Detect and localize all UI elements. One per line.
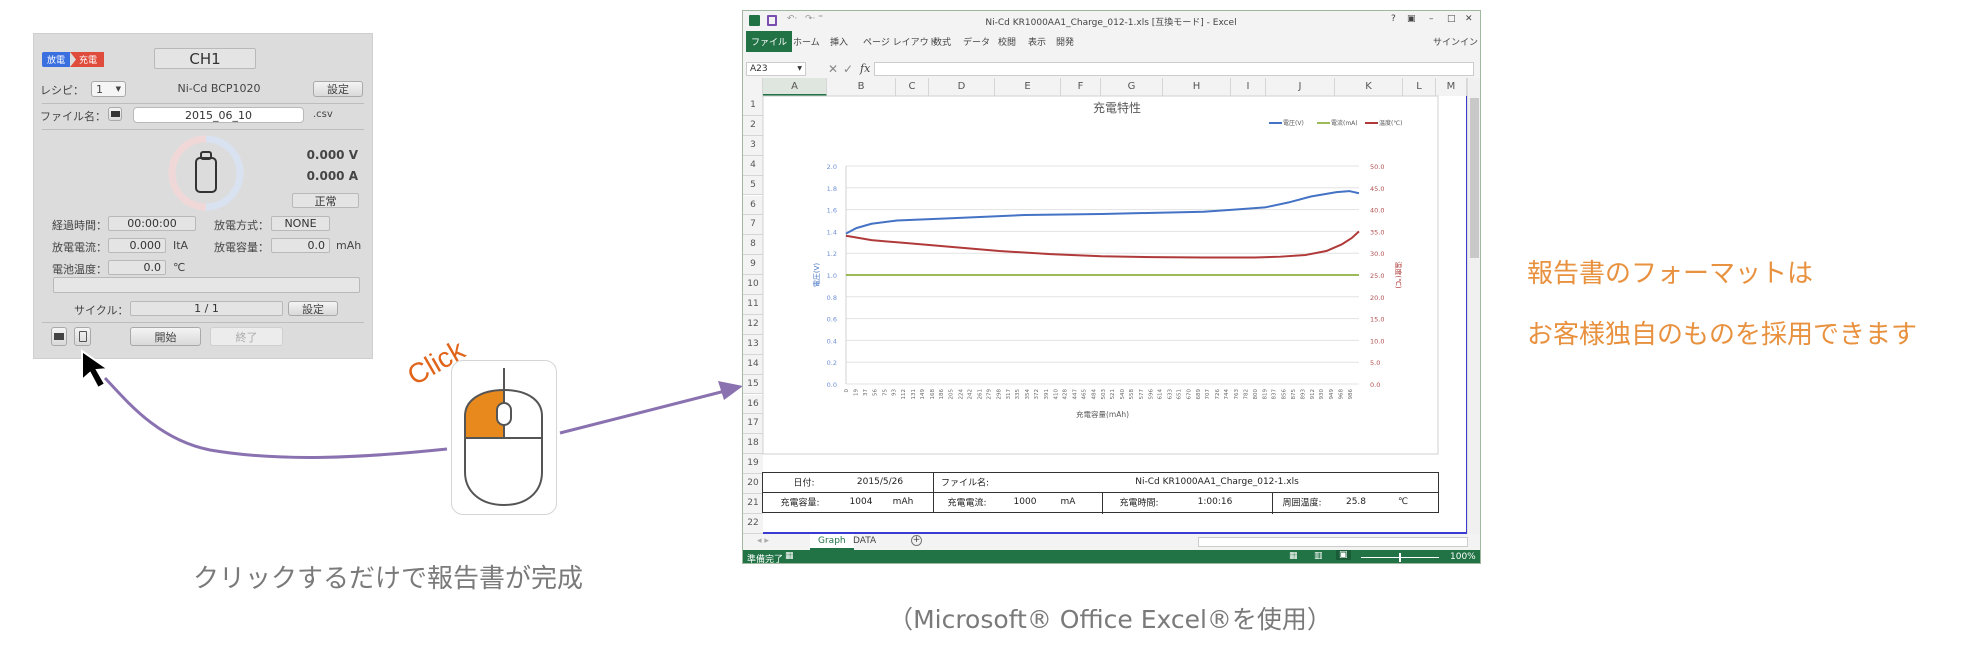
sheet-tab-bar: ◂ ▸ Graph DATA + xyxy=(743,534,1480,550)
charge-current-unit: mA xyxy=(1060,497,1076,507)
add-sheet-icon[interactable]: + xyxy=(911,535,922,546)
status-bar: 準備完了 ▦ ▦ ▥ ▣ 100% xyxy=(743,550,1480,564)
page-break-view-icon[interactable]: ▣ xyxy=(1336,550,1351,560)
sheet-nav-icon[interactable]: ◂ ▸ xyxy=(757,536,769,546)
arrow-head-icon xyxy=(718,381,743,400)
charge-current-value: 1000 xyxy=(1013,497,1037,507)
excel-window: ↶· ↷· ⁼ Ni-Cd KR1000AA1_Charge_012-1.xls… xyxy=(742,10,1481,564)
zoom-level[interactable]: 100% xyxy=(1450,552,1476,562)
charge-time-label: 充電時間: xyxy=(1119,498,1159,509)
format-note-line2: お客様独自のものを採用できます xyxy=(1527,320,1918,350)
scroll-thumb[interactable] xyxy=(1470,98,1479,258)
macro-record-icon[interactable]: ▦ xyxy=(785,551,794,561)
report-file-label: ファイル名: xyxy=(940,478,990,489)
charge-current-label: 充電電流: xyxy=(947,498,987,509)
sheet-tab-graph[interactable]: Graph xyxy=(810,534,854,550)
format-note-line1: 報告書のフォーマットは xyxy=(1527,259,1814,289)
date-value: 2015/5/26 xyxy=(856,477,904,487)
mouse-left-click-icon xyxy=(464,368,543,507)
excel-caption: （Microsoft® Office Excel®を使用） xyxy=(888,605,1332,634)
ambient-temp-unit: ℃ xyxy=(1397,497,1409,507)
sheet-tab-data[interactable]: DATA xyxy=(853,536,876,546)
arrow-to-excel xyxy=(559,389,726,435)
arrow-to-report-button xyxy=(103,376,448,459)
horizontal-scrollbar[interactable] xyxy=(1198,537,1468,547)
charge-time-value: 1:00:16 xyxy=(1197,497,1233,507)
left-caption: クリックするだけで報告書が完成 xyxy=(192,564,584,594)
report-file-value: Ni-Cd KR1000AA1_Charge_012-1.xls xyxy=(1135,477,1299,487)
charge-capacity-value: 1004 xyxy=(849,497,873,507)
normal-view-icon[interactable]: ▦ xyxy=(1289,551,1298,561)
charge-capacity-label: 充電容量: xyxy=(780,498,820,509)
ambient-temp-label: 周囲温度: xyxy=(1282,498,1322,509)
status-text: 準備完了 xyxy=(747,555,784,564)
charge-capacity-unit: mAh xyxy=(892,497,914,507)
vertical-scrollbar[interactable] xyxy=(1467,78,1480,534)
page-break-border xyxy=(763,96,1468,534)
date-label: 日付: xyxy=(793,478,815,489)
ambient-temp-value: 25.8 xyxy=(1345,497,1367,507)
page-layout-view-icon[interactable]: ▥ xyxy=(1314,551,1323,561)
zoom-slider[interactable] xyxy=(1361,553,1439,562)
